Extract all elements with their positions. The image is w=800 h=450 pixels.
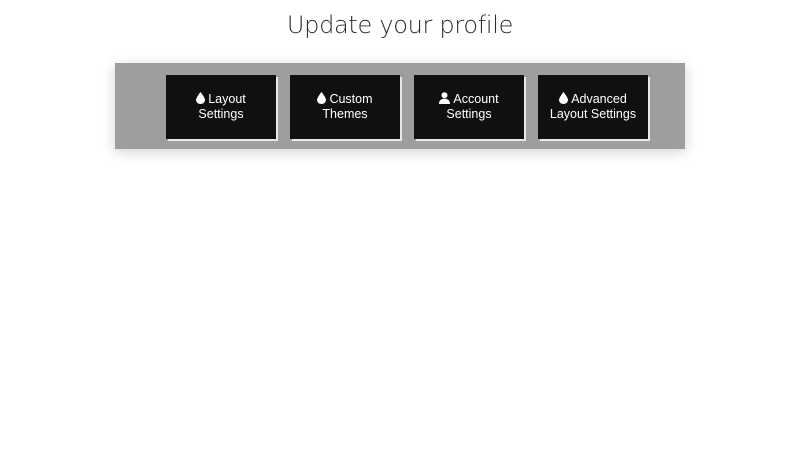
page-title: Update your profile xyxy=(286,11,514,39)
tile-label-line2: Layout Settings xyxy=(549,107,637,121)
tile-label-line1: Layout xyxy=(208,92,246,106)
droplet-icon xyxy=(317,92,327,104)
tile-label-line1: Advanced xyxy=(571,92,627,106)
tile-label-line2: Settings xyxy=(446,107,492,121)
custom-themes-button[interactable]: Custom Themes xyxy=(290,75,400,139)
tile-label-line1: Account xyxy=(453,92,499,106)
droplet-icon xyxy=(559,92,569,104)
tile-label-line2: Themes xyxy=(322,107,368,121)
droplet-icon xyxy=(196,92,206,104)
layout-settings-button[interactable]: Layout Settings xyxy=(166,75,276,139)
advanced-layout-settings-button[interactable]: Advanced Layout Settings xyxy=(538,75,648,139)
settings-toolbar: Layout Settings Custom Themes Account Se… xyxy=(115,63,685,149)
user-icon xyxy=(439,92,451,104)
tile-label-line2: Settings xyxy=(198,107,244,121)
account-settings-button[interactable]: Account Settings xyxy=(414,75,524,139)
tile-label-line1: Custom xyxy=(329,92,373,106)
